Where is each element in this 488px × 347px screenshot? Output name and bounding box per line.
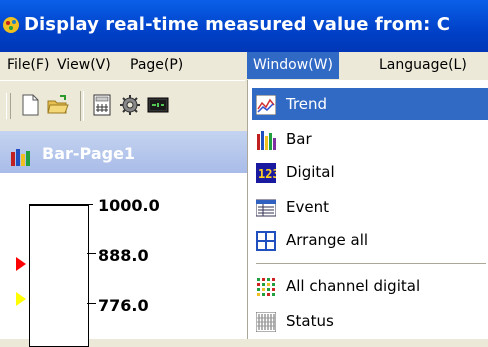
settings-gear-icon[interactable] <box>118 93 142 117</box>
menu-item-trend[interactable]: Trend <box>252 88 488 120</box>
window-menu-dropdown: Trend Bar 123 Digital Event <box>247 80 488 339</box>
scale-label-mid: 888.0 <box>98 246 149 265</box>
menu-item-event[interactable]: Event <box>252 191 488 223</box>
alarm-marker-yellow <box>16 292 26 306</box>
window-title: Display real-time measured value from: C <box>24 14 451 35</box>
menu-item-label: Arrange all <box>286 231 369 249</box>
bar-icon <box>257 131 276 150</box>
menu-file[interactable]: File(F) <box>2 52 54 79</box>
svg-text:123: 123 <box>258 167 276 181</box>
new-document-icon[interactable] <box>18 93 42 117</box>
menu-item-bar[interactable]: Bar <box>252 123 488 155</box>
scale-label-low: 776.0 <box>98 296 149 315</box>
menu-language[interactable]: Language(L) <box>374 52 472 79</box>
menu-view[interactable]: View(V) <box>52 52 116 79</box>
scale-tick <box>87 303 96 304</box>
menu-page[interactable]: Page(P) <box>125 52 188 79</box>
scale-label-top: 1000.0 <box>98 196 160 215</box>
menu-item-arrange-all[interactable]: Arrange all <box>252 224 488 256</box>
app-icon <box>3 17 19 33</box>
menu-item-digital[interactable]: 123 Digital <box>252 156 488 188</box>
menu-item-status[interactable]: Status <box>252 305 488 337</box>
alarm-marker-red <box>16 257 26 271</box>
scale-tick <box>87 253 96 254</box>
menu-item-label: Trend <box>286 95 328 113</box>
event-icon <box>256 199 276 217</box>
toolbar-grip[interactable] <box>6 93 11 119</box>
menu-item-label: Status <box>286 312 334 330</box>
bar-page-icon <box>11 149 30 166</box>
calculator-icon[interactable] <box>90 93 114 117</box>
menu-item-label: Event <box>286 198 329 216</box>
bar-gauge <box>29 205 89 347</box>
all-channel-digital-icon <box>256 277 276 297</box>
menu-window[interactable]: Window(W) <box>247 52 339 79</box>
toolbar-separator <box>80 91 84 121</box>
menu-bar: File(F) View(V) Page(P) Window(W) Langua… <box>0 52 488 79</box>
arrange-all-icon <box>256 231 276 251</box>
menu-item-all-channel-digital[interactable]: All channel digital <box>252 270 488 302</box>
menu-item-label: Bar <box>286 130 312 148</box>
menu-item-label: All channel digital <box>286 277 421 295</box>
menu-item-label: Digital <box>286 163 335 181</box>
toolbar <box>0 80 245 131</box>
title-bar: Display real-time measured value from: C <box>0 0 488 52</box>
trend-icon <box>256 95 276 115</box>
digital-icon: 123 <box>256 163 276 183</box>
menu-separator <box>256 263 486 264</box>
open-folder-icon[interactable] <box>46 93 70 117</box>
display-icon[interactable] <box>146 93 170 117</box>
status-icon <box>256 312 276 332</box>
page-title: Bar-Page1 <box>42 144 136 163</box>
